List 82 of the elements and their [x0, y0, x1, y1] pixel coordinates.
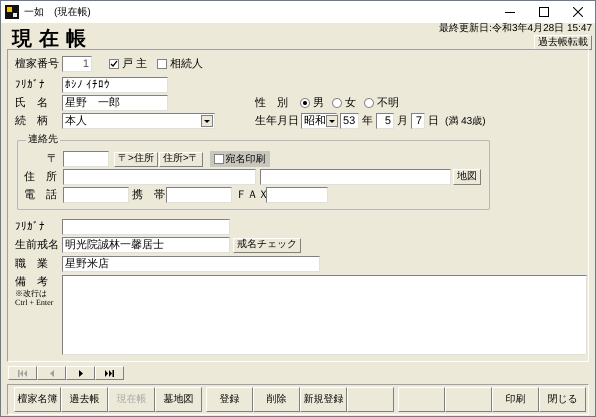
option-label: 年 [362, 114, 373, 128]
skip-first-icon [18, 370, 27, 376]
hint-text: ※改行は Ctrl + Enter [15, 289, 54, 307]
command-button[interactable]: 印刷 [492, 387, 539, 412]
dropdown-caret-icon [326, 115, 338, 127]
address-field[interactable] [260, 169, 451, 185]
field-label: 氏 名 [15, 96, 49, 110]
occupation-field[interactable]: 星野米店 [62, 256, 320, 272]
field-label: ﾌﾘｶﾞﾅ [15, 78, 46, 92]
field-label: 携 帯 [131, 188, 166, 202]
field-label: 〒 [46, 152, 59, 166]
close-icon [573, 7, 583, 17]
postal-code-field[interactable] [63, 151, 109, 167]
command-button[interactable]: 檀家名簿 [14, 387, 61, 412]
dropdown[interactable]: 本人 [62, 113, 215, 129]
option-label: 女 [345, 96, 356, 110]
option-label: 月 [397, 114, 408, 128]
skip-last-icon [105, 370, 114, 376]
field-label: 備 考 [15, 275, 49, 289]
check-button[interactable]: 戒名チェック [233, 238, 301, 252]
posthumous-name-field[interactable]: 明光院誠林一馨居士 [62, 237, 230, 253]
dropdown-caret-icon [201, 115, 213, 127]
furigana-field[interactable]: ﾎｼﾉ ｲﾁﾛｳ [62, 76, 168, 92]
field-label: 電 話 [24, 188, 58, 202]
checkbox[interactable] [157, 59, 168, 69]
number-field: 1 [62, 56, 92, 72]
phone-field[interactable] [63, 187, 129, 203]
name-field[interactable]: 星野 一郎 [62, 94, 168, 110]
fax-field[interactable] [266, 187, 328, 203]
maximize-icon [539, 7, 549, 17]
dropdown-value: 昭和 [304, 114, 326, 128]
furigana-field[interactable] [62, 218, 230, 234]
window-title: 一如 (現在帳) [24, 6, 91, 20]
page-title: 現 在 帳 [12, 27, 86, 49]
command-button[interactable]: 削除 [253, 387, 300, 412]
field-label: 檀家番号 [15, 57, 60, 71]
option-label: 相続人 [170, 57, 204, 71]
day-field[interactable]: 7 [411, 113, 425, 129]
left-triangle-icon [50, 370, 54, 376]
month-field[interactable]: 5 [376, 113, 394, 129]
command-button[interactable]: 閉じる [539, 387, 586, 412]
radio-button[interactable] [364, 98, 374, 108]
command-button[interactable]: 登録 [206, 387, 253, 412]
field-label: ＦＡＸ [235, 188, 266, 202]
notes-field[interactable] [62, 275, 587, 355]
last-updated-text: 最終更新日:令和3年4月28日 15:47 [439, 23, 592, 34]
option-label: 日 [428, 114, 439, 128]
convert-button[interactable]: 〒>住所 [114, 152, 158, 166]
year-field[interactable]: 53 [340, 113, 359, 129]
last-record-button[interactable] [95, 366, 124, 380]
blank-button[interactable] [398, 387, 445, 412]
command-button[interactable]: 墓地図 [155, 387, 202, 412]
field-label: 生前戒名 [15, 238, 60, 252]
blank-button[interactable] [347, 387, 394, 412]
blank-button[interactable] [445, 387, 492, 412]
field-label: ﾌﾘｶﾞﾅ [15, 220, 46, 234]
transfer-button[interactable]: 過去帳転載 [534, 35, 592, 50]
dropdown[interactable]: 昭和 [301, 113, 337, 129]
dropdown-value: 本人 [65, 114, 87, 128]
address-field[interactable] [63, 169, 256, 185]
field-label: 住 所 [24, 170, 58, 184]
command-button[interactable]: 新規登録 [300, 387, 347, 412]
right-triangle-icon [78, 370, 82, 376]
radio-button[interactable] [332, 98, 342, 108]
option-label: 戸 主 [122, 57, 148, 71]
field-label: 生年月日 [255, 114, 300, 128]
command-button[interactable]: 過去帳 [61, 387, 108, 412]
radio-button[interactable] [300, 98, 310, 108]
option-label: 男 [313, 96, 324, 110]
mobile-field[interactable] [166, 187, 232, 203]
option-label: 宛名印刷 [226, 152, 266, 166]
age-text: (満 43歳) [445, 114, 486, 128]
app-icon [5, 5, 19, 19]
checkbox[interactable] [109, 59, 119, 69]
convert-button[interactable]: 住所>〒 [158, 152, 203, 166]
field-label: 性 別 [255, 96, 289, 110]
option-label: 不明 [377, 96, 399, 110]
map-button[interactable]: 地図 [453, 169, 481, 185]
checkbox[interactable] [214, 154, 224, 164]
next-button[interactable] [66, 366, 95, 380]
field-label: 続 柄 [15, 114, 49, 128]
field-label: 職 業 [15, 256, 49, 270]
